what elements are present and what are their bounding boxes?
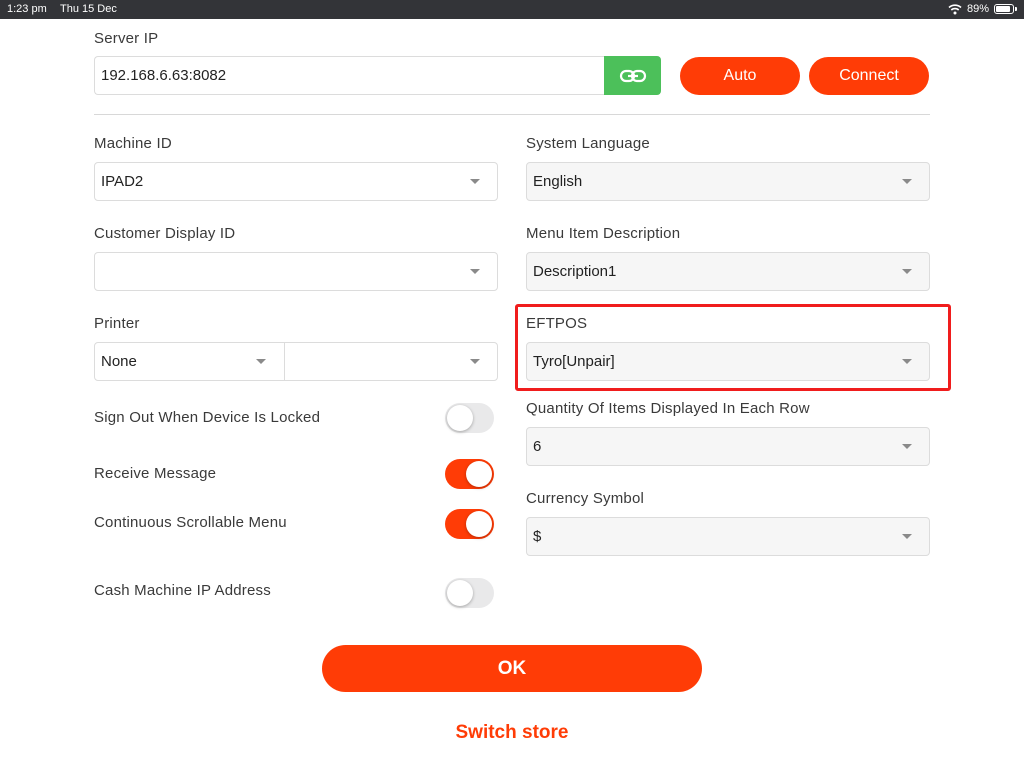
printer-select-group: None xyxy=(94,342,498,381)
chevron-down-icon xyxy=(470,179,480,184)
system-language-select[interactable]: English xyxy=(526,162,930,201)
status-date: Thu 15 Dec xyxy=(60,3,117,15)
eftpos-highlight-box xyxy=(515,304,951,391)
menu-item-description-label: Menu Item Description xyxy=(526,225,681,242)
chevron-down-icon xyxy=(256,359,266,364)
machine-id-label: Machine ID xyxy=(94,135,172,152)
printer-label: Printer xyxy=(94,315,140,332)
menu-item-description-value: Description1 xyxy=(533,263,617,280)
machine-id-select[interactable]: IPAD2 xyxy=(94,162,498,201)
battery-percent: 89% xyxy=(967,3,990,15)
server-ip-input[interactable]: 192.168.6.63:8082 xyxy=(94,56,604,95)
chevron-down-icon xyxy=(470,359,480,364)
receive-message-toggle[interactable] xyxy=(445,459,494,489)
connect-button[interactable]: Connect xyxy=(809,57,929,95)
currency-symbol-select[interactable]: $ xyxy=(526,517,930,556)
currency-symbol-label: Currency Symbol xyxy=(526,490,645,507)
chevron-down-icon xyxy=(902,269,912,274)
printer-secondary-select[interactable] xyxy=(285,343,497,380)
sign-out-toggle[interactable] xyxy=(445,403,494,433)
machine-id-value: IPAD2 xyxy=(101,173,144,190)
quantity-per-row-value: 6 xyxy=(533,438,542,455)
server-ip-label: Server IP xyxy=(94,30,159,47)
customer-display-id-select[interactable] xyxy=(94,252,498,291)
chevron-down-icon xyxy=(902,179,912,184)
switch-store-link[interactable]: Switch store xyxy=(412,722,612,744)
printer-value: None xyxy=(101,353,137,370)
chevron-down-icon xyxy=(902,534,912,539)
continuous-scroll-label: Continuous Scrollable Menu xyxy=(94,514,287,531)
continuous-scroll-toggle[interactable] xyxy=(445,509,494,539)
battery-icon xyxy=(994,4,1017,14)
status-time: 1:23 pm xyxy=(7,3,47,15)
divider xyxy=(94,114,930,115)
chevron-down-icon xyxy=(902,444,912,449)
system-language-label: System Language xyxy=(526,135,650,152)
status-bar: 1:23 pm Thu 15 Dec 89% xyxy=(0,0,1024,19)
connect-link-button[interactable] xyxy=(604,56,661,95)
receive-message-label: Receive Message xyxy=(94,465,217,482)
link-icon xyxy=(619,69,646,82)
customer-display-id-label: Customer Display ID xyxy=(94,225,236,242)
menu-item-description-select[interactable]: Description1 xyxy=(526,252,930,291)
chevron-down-icon xyxy=(470,269,480,274)
sign-out-label: Sign Out When Device Is Locked xyxy=(94,409,321,426)
quantity-per-row-label: Quantity Of Items Displayed In Each Row xyxy=(526,400,810,417)
cash-machine-ip-toggle[interactable] xyxy=(445,578,494,608)
system-language-value: English xyxy=(533,173,583,190)
quantity-per-row-select[interactable]: 6 xyxy=(526,427,930,466)
printer-select[interactable]: None xyxy=(95,343,284,380)
auto-button[interactable]: Auto xyxy=(680,57,800,95)
wifi-icon xyxy=(948,4,962,15)
ok-button[interactable]: OK xyxy=(322,645,702,692)
currency-symbol-value: $ xyxy=(533,528,542,545)
cash-machine-ip-label: Cash Machine IP Address xyxy=(94,582,271,599)
